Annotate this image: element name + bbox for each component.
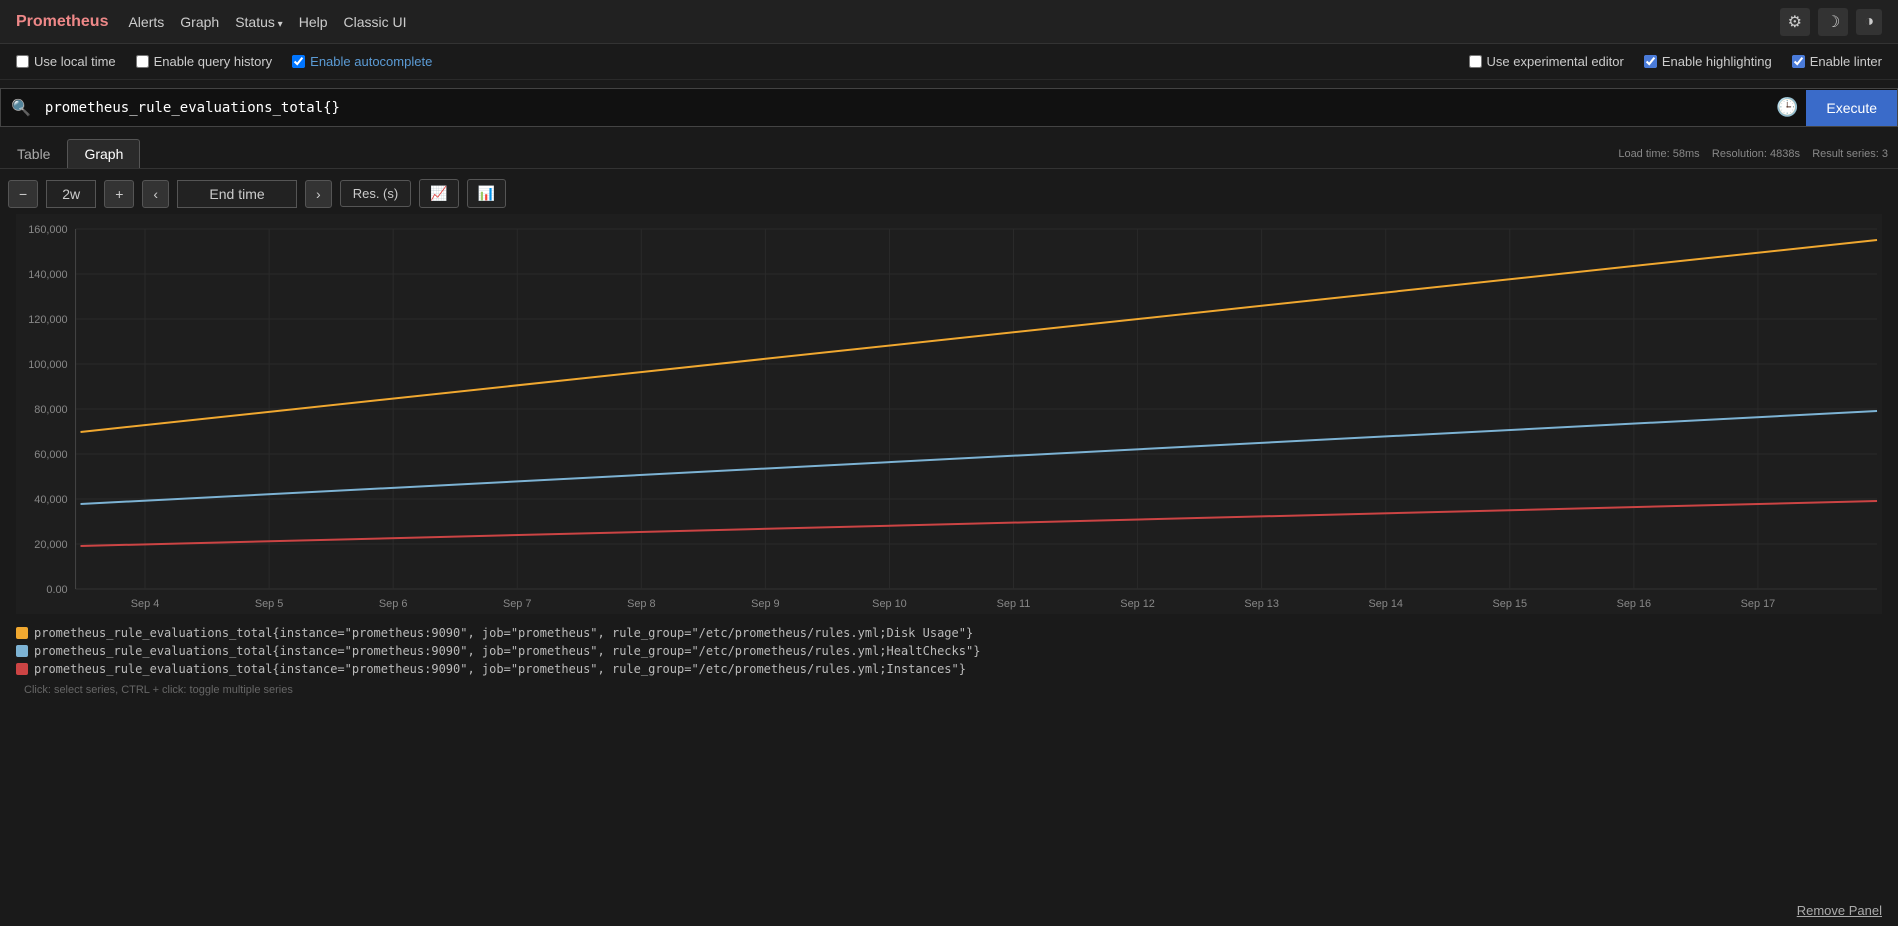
svg-text:Sep 13: Sep 13 xyxy=(1244,598,1279,610)
zoom-in-button[interactable]: + xyxy=(104,180,134,208)
app-brand: Prometheus xyxy=(16,13,108,31)
svg-text:Sep 10: Sep 10 xyxy=(872,598,907,610)
svg-text:80,000: 80,000 xyxy=(34,404,67,416)
result-series: Result series: 3 xyxy=(1812,148,1888,160)
footer: Remove Panel xyxy=(1781,895,1898,926)
end-time-display: End time xyxy=(177,180,297,208)
enable-autocomplete-label: Enable autocomplete xyxy=(310,54,432,69)
chart-svg: 160,000 140,000 120,000 100,000 80,000 6… xyxy=(16,214,1882,614)
svg-text:Sep 7: Sep 7 xyxy=(503,598,531,610)
svg-text:120,000: 120,000 xyxy=(28,314,67,326)
chart-stacked-icon: 📊 xyxy=(478,185,495,201)
svg-text:Sep 9: Sep 9 xyxy=(751,598,779,610)
enable-highlighting-checkbox[interactable] xyxy=(1644,55,1657,68)
navbar-right: ⚙ ☽ ◑ xyxy=(1780,8,1882,36)
enable-highlighting-option[interactable]: Enable highlighting xyxy=(1644,54,1772,69)
options-bar: Use local time Enable query history Enab… xyxy=(0,44,1898,80)
options-right: Use experimental editor Enable highlight… xyxy=(1469,54,1882,69)
search-bar: 🔍 🕒 Execute xyxy=(0,88,1898,127)
theme-icon-btn[interactable]: ☽ xyxy=(1818,8,1848,36)
legend-item-1[interactable]: prometheus_rule_evaluations_total{instan… xyxy=(16,644,1882,658)
chart-stacked-button[interactable]: 📊 xyxy=(467,179,506,208)
enable-linter-option[interactable]: Enable linter xyxy=(1792,54,1882,69)
remove-panel-button[interactable]: Remove Panel xyxy=(1797,903,1882,918)
svg-text:Sep 8: Sep 8 xyxy=(627,598,655,610)
search-icon: 🔍 xyxy=(1,90,41,126)
nav-alerts[interactable]: Alerts xyxy=(128,14,164,30)
navbar: Prometheus Alerts Graph Status Help Clas… xyxy=(0,0,1898,44)
enable-query-history-label: Enable query history xyxy=(154,54,273,69)
svg-text:Sep 15: Sep 15 xyxy=(1493,598,1528,610)
use-experimental-editor-label: Use experimental editor xyxy=(1487,54,1624,69)
svg-text:Sep 12: Sep 12 xyxy=(1120,598,1155,610)
legend-label-0: prometheus_rule_evaluations_total{instan… xyxy=(34,626,973,640)
svg-text:Sep 4: Sep 4 xyxy=(131,598,159,610)
svg-text:Sep 11: Sep 11 xyxy=(997,598,1031,610)
load-time: Load time: 58ms xyxy=(1618,148,1699,160)
time-icon-btn[interactable]: 🕒 xyxy=(1768,89,1806,126)
legend-item-2[interactable]: prometheus_rule_evaluations_total{instan… xyxy=(16,662,1882,676)
svg-text:0.00: 0.00 xyxy=(46,584,67,596)
enable-linter-label: Enable linter xyxy=(1810,54,1882,69)
query-input[interactable] xyxy=(41,92,1768,124)
svg-text:Sep 14: Sep 14 xyxy=(1368,598,1403,610)
svg-text:160,000: 160,000 xyxy=(28,224,67,236)
resolution: Resolution: 4838s xyxy=(1712,148,1800,160)
zoom-out-button[interactable]: − xyxy=(8,180,38,208)
svg-text:20,000: 20,000 xyxy=(34,539,67,551)
use-experimental-editor-checkbox[interactable] xyxy=(1469,55,1482,68)
resolution-button[interactable]: Res. (s) xyxy=(340,180,412,207)
enable-highlighting-label: Enable highlighting xyxy=(1662,54,1772,69)
nav-graph[interactable]: Graph xyxy=(180,14,219,30)
legend-label-2: prometheus_rule_evaluations_total{instan… xyxy=(34,662,966,676)
nav-help[interactable]: Help xyxy=(299,14,328,30)
tab-table[interactable]: Table xyxy=(0,139,67,168)
tab-info: Load time: 58ms Resolution: 4838s Result… xyxy=(1618,148,1898,160)
tab-graph[interactable]: Graph xyxy=(67,139,140,168)
svg-text:Sep 5: Sep 5 xyxy=(255,598,283,610)
chart-line-icon: 📈 xyxy=(430,185,447,201)
duration-display: 2w xyxy=(46,180,96,208)
svg-text:60,000: 60,000 xyxy=(34,449,67,461)
svg-text:40,000: 40,000 xyxy=(34,494,67,506)
legend-color-2 xyxy=(16,663,28,675)
enable-query-history-checkbox[interactable] xyxy=(136,55,149,68)
svg-text:140,000: 140,000 xyxy=(28,269,67,281)
nav-classic-ui[interactable]: Classic UI xyxy=(344,14,407,30)
main-content: − 2w + ‹ End time › Res. (s) 📈 📊 xyxy=(0,169,1898,704)
legend-color-1 xyxy=(16,645,28,657)
chart-line-button[interactable]: 📈 xyxy=(419,179,458,208)
tab-area: Table Graph Load time: 58ms Resolution: … xyxy=(0,135,1898,169)
legend-color-0 xyxy=(16,627,28,639)
use-local-time-label: Use local time xyxy=(34,54,116,69)
svg-text:Sep 17: Sep 17 xyxy=(1741,598,1776,610)
nav-status-label[interactable]: Status xyxy=(235,14,283,30)
chart-container: 160,000 140,000 120,000 100,000 80,000 6… xyxy=(8,214,1890,614)
execute-button[interactable]: Execute xyxy=(1806,90,1897,126)
svg-text:100,000: 100,000 xyxy=(28,359,67,371)
use-local-time-checkbox[interactable] xyxy=(16,55,29,68)
enable-autocomplete-checkbox[interactable] xyxy=(292,55,305,68)
settings-icon-btn[interactable]: ⚙ xyxy=(1780,8,1810,36)
enable-query-history-option[interactable]: Enable query history xyxy=(136,54,273,69)
prev-time-button[interactable]: ‹ xyxy=(142,180,169,208)
svg-text:Sep 16: Sep 16 xyxy=(1617,598,1652,610)
next-time-button[interactable]: › xyxy=(305,180,332,208)
graph-controls: − 2w + ‹ End time › Res. (s) 📈 📊 xyxy=(8,169,1890,214)
legend-label-1: prometheus_rule_evaluations_total{instan… xyxy=(34,644,980,658)
use-experimental-editor-option[interactable]: Use experimental editor xyxy=(1469,54,1624,69)
enable-linter-checkbox[interactable] xyxy=(1792,55,1805,68)
use-local-time-option[interactable]: Use local time xyxy=(16,54,116,69)
legend: prometheus_rule_evaluations_total{instan… xyxy=(8,614,1890,704)
enable-autocomplete-option[interactable]: Enable autocomplete xyxy=(292,54,432,69)
legend-item-0[interactable]: prometheus_rule_evaluations_total{instan… xyxy=(16,626,1882,640)
svg-text:Sep 6: Sep 6 xyxy=(379,598,407,610)
nav-status-dropdown[interactable]: Status xyxy=(235,14,283,30)
tabs: Table Graph xyxy=(0,139,140,168)
contrast-icon-btn[interactable]: ◑ xyxy=(1856,9,1882,35)
legend-hint: Click: select series, CTRL + click: togg… xyxy=(16,680,1882,700)
